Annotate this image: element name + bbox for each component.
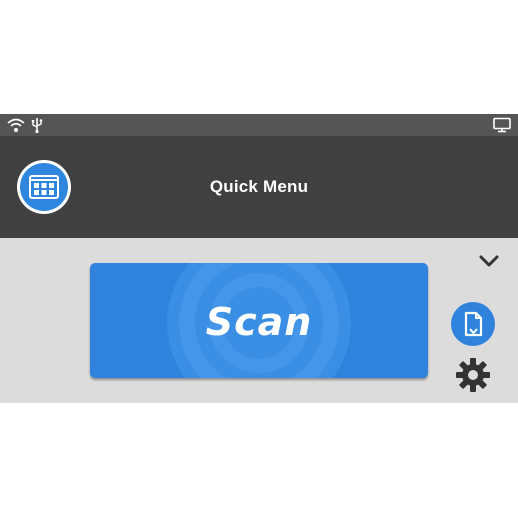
usb-icon [30,117,44,138]
main-panel: Scan [0,238,518,403]
scan-button[interactable]: Scan [90,263,428,378]
status-bar [0,114,518,136]
display-icon [493,117,511,138]
gear-icon[interactable] [455,357,491,398]
page-title: Quick Menu [209,177,309,196]
header-bar: Quick Menu [0,136,518,238]
document-button[interactable] [451,302,495,346]
scan-label: Scan [205,300,313,344]
document-feed-icon [464,311,483,337]
wifi-icon [7,117,25,138]
chevron-down-icon[interactable] [478,254,500,273]
